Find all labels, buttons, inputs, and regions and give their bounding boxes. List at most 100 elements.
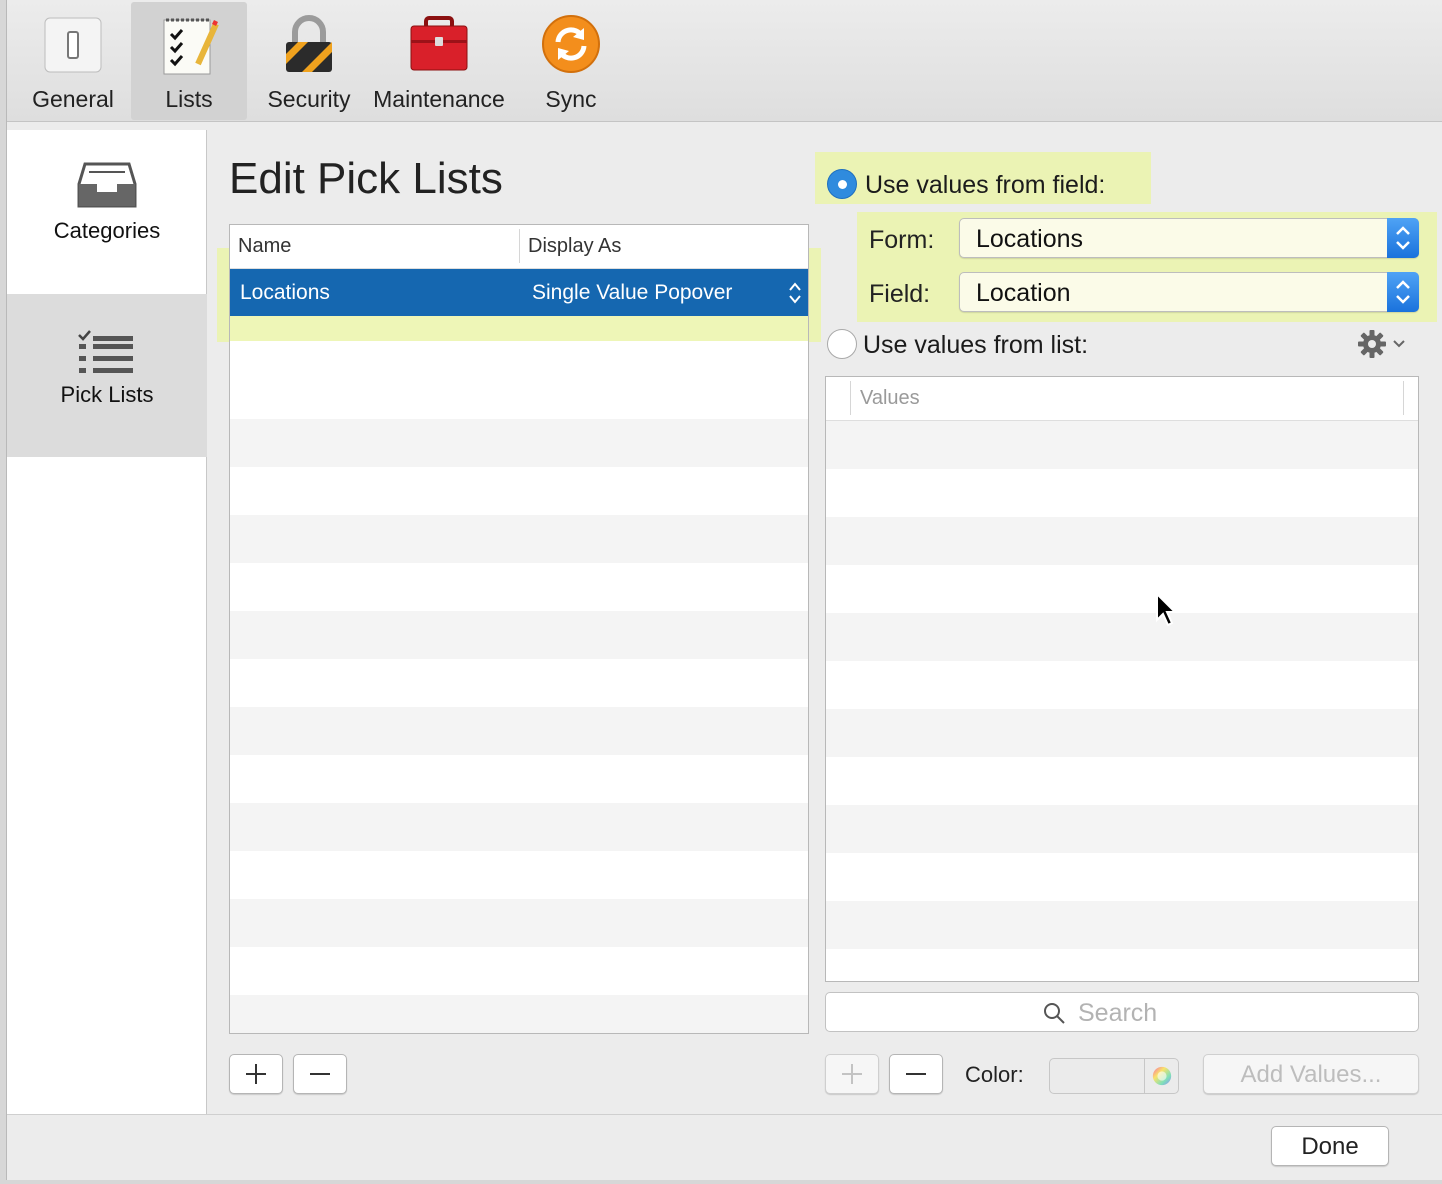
table-row[interactable]	[826, 709, 1418, 757]
use-values-from-field-label[interactable]: Use values from field:	[865, 171, 1105, 200]
table-row[interactable]	[826, 517, 1418, 565]
sidebar-item-label: Categories	[53, 218, 161, 243]
table-rows	[230, 419, 808, 1033]
toolbar-label: Lists	[165, 86, 213, 112]
done-button[interactable]: Done	[1271, 1126, 1389, 1166]
sidebar: Categories Pick Lists	[7, 130, 207, 1114]
table-row[interactable]	[230, 419, 808, 467]
sidebar-item-label: Pick Lists	[60, 382, 154, 407]
color-label: Color:	[965, 1062, 1024, 1087]
column-divider[interactable]	[850, 381, 851, 415]
values-table: Values	[825, 376, 1419, 982]
toolbar-label: Sync	[545, 86, 597, 112]
row-name: Locations	[240, 281, 330, 304]
sidebar-item-categories[interactable]: Categories	[7, 130, 207, 293]
table-row-selected[interactable]: Locations Single Value Popover	[230, 269, 808, 316]
color-wheel-icon	[1152, 1066, 1172, 1086]
table-row[interactable]	[826, 757, 1418, 805]
field-popup[interactable]: Location	[959, 272, 1419, 312]
toolbar-security[interactable]: Security	[251, 2, 367, 120]
done-label: Done	[1301, 1133, 1359, 1160]
checklist-icon	[78, 330, 133, 373]
page-title: Edit Pick Lists	[229, 154, 503, 203]
table-row[interactable]	[826, 421, 1418, 469]
row-display-as-popup[interactable]: Single Value Popover	[532, 281, 732, 305]
table-row[interactable]	[826, 949, 1418, 981]
form-label: Form:	[869, 226, 935, 254]
table-row[interactable]	[826, 805, 1418, 853]
notepad-checklist-icon	[163, 18, 219, 75]
preferences-window: General Lists Security Maintenance Sync …	[6, 0, 1442, 1180]
column-divider[interactable]	[1403, 381, 1404, 415]
table-row[interactable]	[230, 851, 808, 899]
table-row[interactable]	[826, 661, 1418, 709]
table-row[interactable]	[230, 755, 808, 803]
toolbar-maintenance[interactable]: Maintenance	[369, 2, 509, 120]
mouse-pointer-icon	[1156, 592, 1178, 627]
use-values-from-list-label[interactable]: Use values from list:	[863, 331, 1088, 360]
table-header: Values	[826, 377, 1418, 421]
toolbar-label: Security	[267, 86, 351, 112]
table-row[interactable]	[230, 467, 808, 515]
footer-divider	[7, 1114, 1442, 1115]
inbox-tray-icon	[77, 162, 137, 208]
add-values-button[interactable]: Add Values...	[1203, 1054, 1419, 1094]
table-row[interactable]	[230, 659, 808, 707]
table-row[interactable]	[230, 947, 808, 995]
minus-icon	[310, 1073, 330, 1075]
preferences-toolbar: General Lists Security Maintenance Sync	[7, 0, 1442, 122]
color-well-divider	[1144, 1059, 1145, 1093]
minus-icon	[906, 1073, 926, 1075]
use-values-from-list-radio[interactable]	[827, 329, 857, 359]
sidebar-item-pick-lists[interactable]: Pick Lists	[7, 294, 207, 457]
column-header-name[interactable]: Name	[238, 235, 291, 258]
form-popup-value: Locations	[976, 225, 1084, 253]
padlock-icon	[286, 15, 332, 72]
gear-icon[interactable]	[1357, 329, 1405, 359]
updown-chevron-icon[interactable]	[788, 280, 802, 306]
table-row[interactable]	[230, 803, 808, 851]
toolbar-lists[interactable]: Lists	[131, 2, 247, 120]
updown-chevron-icon	[1396, 280, 1410, 304]
toolbar-sync[interactable]: Sync	[513, 2, 629, 120]
add-pick-list-button[interactable]	[229, 1054, 283, 1094]
toolbar-label: Maintenance	[373, 86, 505, 112]
plus-icon	[842, 1064, 862, 1084]
add-values-label: Add Values...	[1240, 1061, 1382, 1088]
table-row[interactable]	[230, 515, 808, 563]
table-row[interactable]	[230, 563, 808, 611]
column-divider[interactable]	[519, 229, 520, 263]
table-row[interactable]	[826, 565, 1418, 613]
table-rows	[826, 421, 1418, 981]
remove-pick-list-button[interactable]	[293, 1054, 347, 1094]
use-values-from-field-radio[interactable]	[827, 169, 857, 199]
pick-lists-table: Name Display As Locations Single Value P…	[229, 224, 809, 1034]
search-placeholder: Search	[1078, 999, 1158, 1027]
table-row[interactable]	[230, 707, 808, 755]
field-label: Field:	[869, 280, 931, 308]
popup-arrows	[1387, 218, 1419, 258]
table-row[interactable]	[826, 613, 1418, 661]
popup-arrows	[1387, 272, 1419, 312]
column-header-values[interactable]: Values	[860, 387, 920, 410]
color-well[interactable]	[1049, 1058, 1179, 1094]
values-search-field[interactable]: Search	[825, 992, 1419, 1032]
search-icon	[1044, 1003, 1065, 1024]
toolbar-general[interactable]: General	[15, 2, 131, 120]
add-value-button[interactable]	[825, 1054, 879, 1094]
table-row[interactable]	[826, 901, 1418, 949]
field-popup-value: Location	[976, 279, 1071, 307]
plus-icon	[246, 1064, 266, 1084]
form-popup[interactable]: Locations	[959, 218, 1419, 258]
table-row[interactable]	[230, 611, 808, 659]
remove-value-button[interactable]	[889, 1054, 943, 1094]
main-panel: Edit Pick Lists Name Display As Location…	[207, 122, 1442, 1114]
table-header: Name Display As	[230, 225, 808, 269]
table-row[interactable]	[826, 469, 1418, 517]
table-row[interactable]	[826, 853, 1418, 901]
updown-chevron-icon	[1396, 226, 1410, 250]
column-header-display-as[interactable]: Display As	[528, 235, 621, 258]
table-row[interactable]	[230, 899, 808, 947]
table-row[interactable]	[230, 995, 808, 1033]
switch-icon	[44, 17, 102, 73]
